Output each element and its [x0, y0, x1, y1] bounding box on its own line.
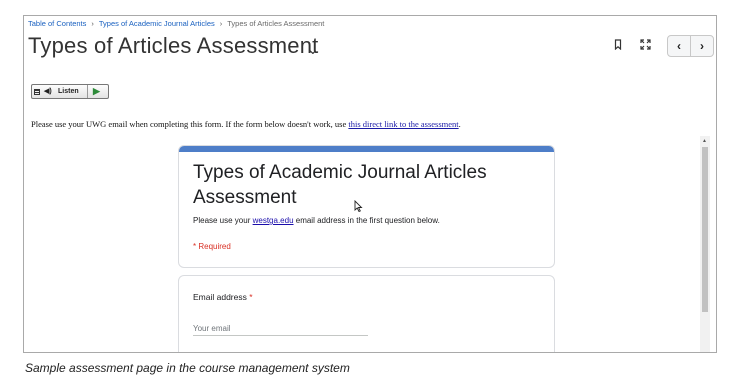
divider: [87, 85, 88, 98]
breadcrumb-separator: ›: [219, 19, 223, 28]
topic-navigation: ‹ ›: [667, 35, 714, 57]
scroll-up-icon[interactable]: ▲: [702, 138, 707, 144]
fullscreen-icon[interactable]: [640, 39, 651, 53]
breadcrumb: Table of Contents › Types of Academic Jour…: [28, 19, 324, 28]
speaker-icon: ◀): [44, 88, 52, 95]
form-description-text: Please use your: [193, 216, 253, 225]
form-accent-bar: [179, 146, 554, 152]
figure-caption: Sample assessment page in the course man…: [25, 361, 350, 375]
email-input[interactable]: [193, 321, 368, 336]
email-label-text: Email address: [193, 292, 247, 302]
next-topic-button[interactable]: ›: [690, 36, 713, 56]
readspeaker-listen-bar: ◀) Listen ▶: [31, 84, 109, 99]
form-description-text: email address in the first question belo…: [293, 216, 440, 225]
breadcrumb-item-current: Types of Articles Assessment: [227, 19, 325, 28]
instructions-end: .: [458, 119, 461, 129]
westga-edu-link[interactable]: westga.edu: [253, 216, 294, 225]
listen-button[interactable]: Listen: [58, 88, 79, 95]
form-title: Types of Academic Journal Articles Asses…: [193, 162, 487, 208]
previous-topic-button[interactable]: ‹: [668, 36, 690, 56]
breadcrumb-item-table-of-contents[interactable]: Table of Contents: [28, 19, 86, 28]
email-question-card: Email address *: [178, 275, 555, 352]
title-options-chevron-icon[interactable]: ⌄: [307, 41, 319, 58]
instructions-body: Please use your UWG email when completin…: [31, 119, 349, 129]
required-note: * Required: [193, 242, 231, 251]
page-title: Types of Articles Assessment: [28, 33, 319, 58]
instructions-text: Please use your UWG email when completin…: [31, 119, 461, 129]
menu-icon[interactable]: [34, 89, 40, 95]
mouse-cursor-icon: [354, 199, 363, 217]
email-question-label: Email address *: [193, 292, 253, 302]
play-icon[interactable]: ▶: [93, 86, 100, 97]
bookmark-icon[interactable]: [614, 39, 622, 53]
breadcrumb-separator: ›: [91, 19, 94, 28]
required-star: *: [249, 292, 253, 302]
direct-assessment-link[interactable]: this direct link to the assessment: [348, 119, 458, 129]
scrollbar[interactable]: ▲: [700, 136, 710, 352]
lms-content-frame: Table of Contents › Types of Academic Jour…: [23, 15, 717, 353]
breadcrumb-item-academic-journal-articles[interactable]: Types of Academic Journal Articles: [99, 19, 215, 28]
form-description: Please use your westga.edu email address…: [193, 216, 440, 225]
form-header-card: Types of Academic Journal Articles Asses…: [178, 145, 555, 268]
scrollbar-thumb[interactable]: [702, 147, 708, 312]
